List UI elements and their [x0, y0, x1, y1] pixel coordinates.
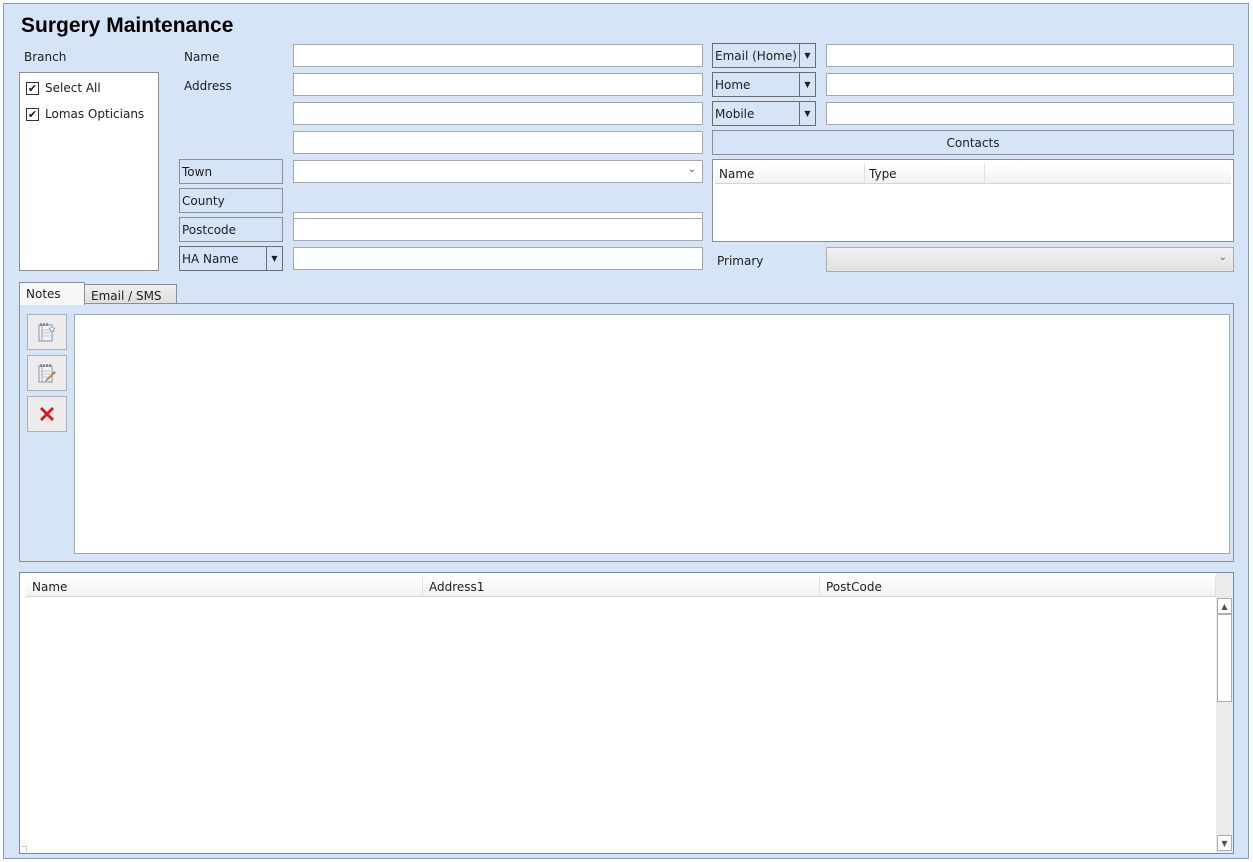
- checkbox-select-all[interactable]: ✔: [26, 81, 39, 95]
- contact-type-select-2[interactable]: Home ▼: [712, 72, 816, 97]
- primary-contact-select[interactable]: ⌄: [826, 247, 1234, 272]
- postcode-label: Postcode: [179, 217, 283, 242]
- results-grid-header: Name Address1 PostCode: [26, 577, 1216, 597]
- postcode-input[interactable]: [293, 218, 703, 241]
- address-line-1-input[interactable]: [293, 73, 703, 96]
- edit-note-button[interactable]: [27, 355, 67, 391]
- column-header-type[interactable]: Type: [865, 164, 985, 183]
- column-header-address1[interactable]: Address1: [423, 577, 820, 596]
- column-header-name[interactable]: Name: [26, 577, 423, 596]
- address-line-3-input[interactable]: [293, 131, 703, 154]
- branch-item-select-all[interactable]: ✔ Select All: [20, 78, 158, 98]
- ha-name-label: HA Name: [182, 252, 239, 266]
- town-select[interactable]: ⌄: [293, 160, 703, 183]
- resize-grip-icon: [21, 846, 27, 852]
- branch-item-lomas-opticians[interactable]: ✔ Lomas Opticians: [20, 104, 158, 124]
- contact-value-input-2[interactable]: [826, 73, 1234, 96]
- tab-notes[interactable]: Notes: [19, 282, 85, 305]
- ha-name-type-select[interactable]: HA Name ▼: [179, 246, 283, 271]
- contact-type-label: Email (Home): [715, 49, 797, 63]
- primary-label: Primary: [717, 254, 764, 268]
- address-label: Address: [184, 79, 232, 93]
- county-label: County: [179, 188, 283, 213]
- vertical-scrollbar[interactable]: ▲ ▼: [1216, 573, 1233, 853]
- new-note-button[interactable]: [27, 314, 67, 350]
- dropdown-arrow-icon[interactable]: ▼: [799, 102, 815, 125]
- contact-value-input-3[interactable]: [826, 102, 1234, 125]
- page-title: Surgery Maintenance: [21, 14, 234, 37]
- contact-value-input-1[interactable]: [826, 44, 1234, 67]
- scroll-down-icon[interactable]: ▼: [1217, 835, 1232, 851]
- edit-note-icon: [38, 364, 56, 383]
- surgery-maintenance-window: Surgery Maintenance Branch ✔ Select All …: [3, 3, 1249, 859]
- checkbox-lomas-opticians[interactable]: ✔: [26, 107, 39, 121]
- notes-textarea[interactable]: [74, 314, 1230, 554]
- scroll-thumb[interactable]: [1217, 614, 1232, 702]
- ha-name-input[interactable]: [293, 247, 703, 270]
- branch-item-label: Select All: [45, 81, 101, 95]
- delete-icon: [40, 407, 54, 421]
- branch-item-label: Lomas Opticians: [45, 107, 145, 121]
- contact-type-label: Mobile: [715, 107, 755, 121]
- scroll-up-icon[interactable]: ▲: [1217, 598, 1232, 614]
- new-note-icon: [38, 323, 56, 342]
- address-line-2-input[interactable]: [293, 102, 703, 125]
- contacts-button[interactable]: Contacts: [712, 130, 1234, 155]
- surgery-results-grid[interactable]: Name Address1 PostCode ▲ ▼: [19, 572, 1234, 854]
- chevron-down-icon: ⌄: [687, 164, 696, 175]
- column-header-postcode[interactable]: PostCode: [820, 577, 1216, 596]
- dropdown-arrow-icon[interactable]: ▼: [799, 73, 815, 96]
- chevron-down-icon: ⌄: [1218, 252, 1227, 263]
- contact-type-label: Home: [715, 78, 751, 92]
- delete-note-button[interactable]: [27, 396, 67, 432]
- branch-label: Branch: [24, 50, 67, 64]
- dropdown-arrow-icon[interactable]: ▼: [799, 44, 815, 67]
- dropdown-arrow-icon[interactable]: ▼: [266, 247, 282, 270]
- tab-email-sms[interactable]: Email / SMS: [84, 284, 177, 305]
- name-label: Name: [184, 50, 220, 64]
- contacts-grid[interactable]: Name Type: [712, 159, 1234, 242]
- contact-type-select-3[interactable]: Mobile ▼: [712, 101, 816, 126]
- column-header-filler: [985, 164, 1231, 183]
- name-input[interactable]: [293, 44, 703, 67]
- branch-list: ✔ Select All ✔ Lomas Opticians: [19, 72, 159, 271]
- contact-type-select-1[interactable]: Email (Home) ▼: [712, 43, 816, 68]
- contacts-grid-header: Name Type: [715, 164, 1231, 184]
- column-header-name[interactable]: Name: [715, 164, 865, 183]
- town-label: Town: [179, 159, 283, 184]
